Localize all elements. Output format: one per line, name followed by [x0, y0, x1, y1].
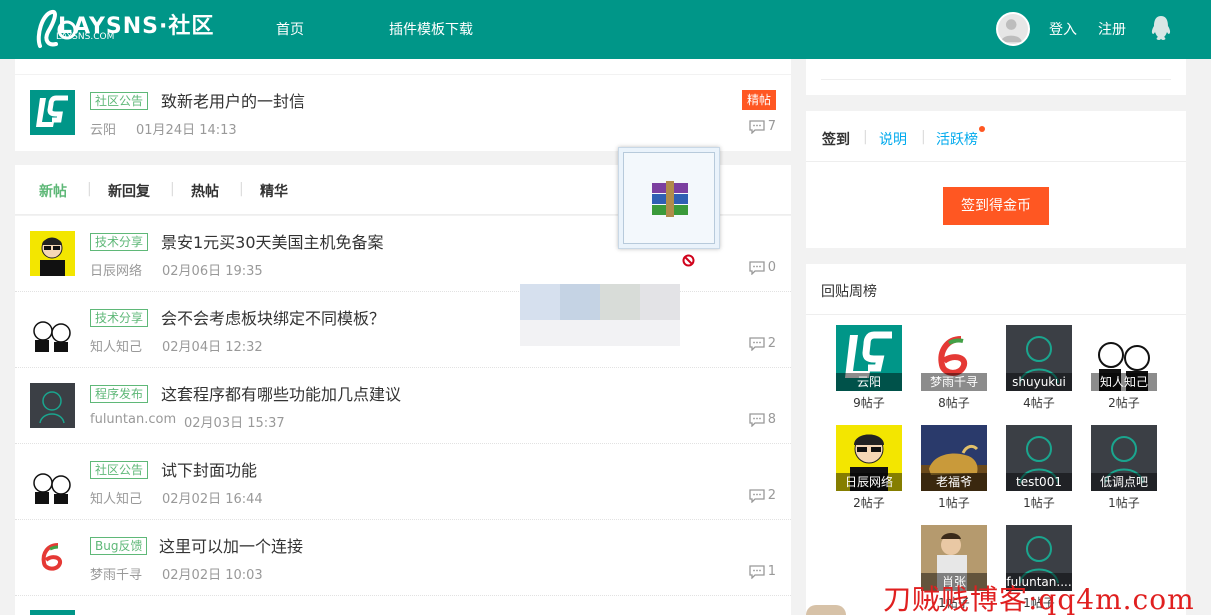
post-time: 02月02日 16:44 [162, 492, 263, 507]
post-tag[interactable]: 社区公告 [90, 92, 149, 110]
tab-instructions[interactable]: 说明 [879, 129, 907, 149]
post-time: 02月06日 19:35 [162, 264, 263, 279]
user-avatar[interactable] [996, 12, 1030, 46]
ranking-user[interactable]: 知人知己 2帖子 [1091, 325, 1157, 411]
signin-card: 签到 | 说明 | 活跃榜 签到得金币 [806, 111, 1186, 248]
tab-new[interactable]: 新帖 [39, 181, 67, 201]
comment-count: 8 [749, 412, 776, 427]
no-drop-icon [682, 254, 695, 267]
comment-count: 0 [749, 260, 776, 275]
post-item[interactable]: 程序发布 这套程序都有哪些功能加几点建议 fuluntan.com 02月03日… [15, 368, 791, 444]
tab-separator: | [921, 129, 926, 145]
nav-plugins-download[interactable]: 插件模板下载 [389, 19, 473, 39]
ranking-user[interactable]: 云阳 9帖子 [836, 325, 902, 411]
sidebar-top-card [806, 59, 1186, 95]
post-item[interactable]: Bug反馈 这里可以加一个连接 梦雨千寻 02月02日 10:03 1 [15, 520, 791, 596]
default-user-icon [39, 391, 65, 424]
comment-icon [749, 260, 765, 275]
post-avatar[interactable] [30, 307, 75, 352]
qq-icon[interactable] [1150, 15, 1172, 41]
comment-icon [749, 336, 765, 351]
tab-separator: | [170, 181, 175, 197]
post-title[interactable]: 试下封面功能 [161, 461, 257, 481]
post-title[interactable]: 这套程序都有哪些功能加几点建议 [161, 385, 401, 405]
post-author[interactable]: 云阳 [90, 119, 116, 138]
tab-active-ranking[interactable]: 活跃榜 [936, 129, 978, 149]
logo-subtext: LAYSNS.COM [56, 32, 115, 42]
post-time: 01月24日 14:13 [136, 123, 237, 138]
post-tag[interactable]: 技术分享 [90, 309, 149, 327]
post-title[interactable]: 会不会考虑板块绑定不同模板？ [161, 309, 385, 329]
sticky-post[interactable]: 社区公告 致新老用户的一封信 云阳 01月24日 14:13 精帖 7 [15, 75, 791, 151]
post-avatar[interactable] [30, 90, 75, 135]
nav-home[interactable]: 首页 [276, 19, 304, 39]
post-avatar[interactable] [30, 535, 75, 580]
comment-count: 2 [749, 336, 776, 351]
ranking-user[interactable]: test001 1帖子 [1006, 425, 1072, 511]
post-title[interactable]: 这里可以加一个连接 [159, 537, 303, 557]
site-watermark: 刀贼贱博客:qq4m.com [883, 583, 1195, 615]
comment-icon [749, 564, 765, 579]
post-author[interactable]: 梦雨千寻 [90, 564, 142, 583]
comment-icon [749, 412, 765, 427]
post-tag[interactable]: 技术分享 [90, 233, 149, 251]
post-item-partial[interactable] [15, 596, 791, 615]
ranking-user[interactable]: 低调点吧 1帖子 [1091, 425, 1157, 511]
meme-avatar-icon [33, 321, 71, 352]
logo-avatar-icon [36, 95, 68, 127]
tab-featured[interactable]: 精华 [260, 181, 288, 201]
comment-icon [749, 119, 765, 134]
meme-avatar-icon [33, 473, 71, 504]
post-item[interactable]: 社区公告 试下封面功能 知人知己 02月02日 16:44 2 [15, 444, 791, 520]
post-avatar[interactable] [30, 231, 75, 276]
comment-icon [749, 488, 765, 503]
post-tag[interactable]: 程序发布 [90, 385, 149, 403]
default-avatar-icon [1000, 19, 1022, 43]
comment-count: 2 [749, 488, 776, 503]
signin-button[interactable]: 签到得金币 [943, 187, 1049, 225]
ranking-user[interactable]: 老福爷 1帖子 [921, 425, 987, 511]
tab-signin[interactable]: 签到 [822, 129, 850, 149]
top-strip [15, 59, 791, 74]
bottom-avatar-partial [806, 605, 846, 615]
post-author[interactable]: 知人知己 [90, 336, 142, 355]
ranking-user[interactable]: 梦雨千寻 8帖子 [921, 325, 987, 411]
ranking-card: 回贴周榜 云阳 9帖子 梦雨千寻 8帖子 shuyukui 4帖子 知人知己 2… [806, 264, 1186, 615]
blurred-artifact [520, 284, 680, 346]
post-title[interactable]: 景安1元买30天美国主机免备案 [161, 233, 384, 253]
post-tag[interactable]: Bug反馈 [90, 537, 148, 555]
post-avatar[interactable] [30, 383, 75, 428]
drag-preview [618, 147, 720, 249]
post-time: 02月04日 12:32 [162, 340, 263, 355]
post-time: 02月02日 10:03 [162, 568, 263, 583]
comment-count: 1 [749, 564, 776, 579]
tab-separator: | [87, 181, 92, 197]
post-tag[interactable]: 社区公告 [90, 461, 149, 479]
cartoon-avatar-icon [40, 237, 65, 276]
post-title[interactable]: 致新老用户的一封信 [161, 92, 305, 112]
notification-dot [979, 126, 985, 132]
post-author[interactable]: fuluntan.com [90, 412, 176, 427]
tab-separator: | [863, 129, 868, 145]
post-author[interactable]: 知人知己 [90, 488, 142, 507]
post-author[interactable]: 日辰网络 [90, 260, 142, 279]
post-avatar [30, 610, 75, 615]
top-header: LAYSNS·社区 LAYSNS.COM 首页 插件模板下载 登入 注册 [0, 0, 1211, 59]
tab-separator: | [239, 181, 244, 197]
post-time: 02月03日 15:37 [184, 416, 285, 431]
featured-badge: 精帖 [741, 90, 776, 110]
number-six-avatar-icon [41, 543, 63, 571]
tab-hot[interactable]: 热帖 [191, 181, 219, 201]
ranking-user[interactable]: shuyukui 4帖子 [1006, 325, 1072, 411]
tab-new-reply[interactable]: 新回复 [108, 181, 150, 201]
register-link[interactable]: 注册 [1098, 19, 1126, 39]
login-link[interactable]: 登入 [1049, 19, 1077, 39]
post-avatar[interactable] [30, 459, 75, 504]
winrar-archive-icon [652, 181, 688, 217]
ranking-user[interactable]: 日辰网络 2帖子 [836, 425, 902, 511]
comment-count: 7 [749, 119, 776, 134]
ranking-title: 回贴周榜 [821, 284, 877, 300]
